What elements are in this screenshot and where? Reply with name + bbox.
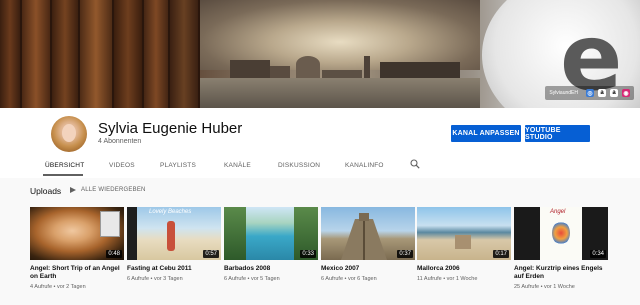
video-title[interactable]: Mallorca 2006 bbox=[417, 265, 511, 273]
play-all-button[interactable]: ALLE WIEDERGEBEN bbox=[70, 187, 146, 193]
tab-videos[interactable]: VIDEOS bbox=[109, 162, 135, 169]
play-all-label: ALLE WIEDERGEBEN bbox=[81, 187, 146, 193]
website-icon[interactable]: ◎ bbox=[586, 89, 594, 97]
video-duration: 0:37 bbox=[397, 250, 413, 258]
video-duration: 0:17 bbox=[493, 250, 509, 258]
video-thumbnail[interactable]: Angel 0:34 bbox=[514, 207, 608, 260]
subscriber-count: 4 Abonnenten bbox=[98, 138, 142, 145]
tab-about[interactable]: KANALINFO bbox=[345, 162, 384, 169]
video-thumbnail[interactable]: 0:33 bbox=[224, 207, 318, 260]
channel-banner: e SylviaundEH ◎ a a ◉ bbox=[0, 0, 640, 108]
play-icon bbox=[70, 187, 76, 193]
video-title[interactable]: Angel: Kurztrip eines Engels auf Erden bbox=[514, 265, 608, 281]
thumb-overlay-text: Lovely Beaches bbox=[149, 209, 192, 215]
video-title[interactable]: Mexico 2007 bbox=[321, 265, 415, 273]
video-card[interactable]: 0:33 Barbados 2008 6 Aufrufe • vor 5 Tag… bbox=[224, 207, 318, 282]
banner-books-image bbox=[0, 0, 200, 108]
video-card[interactable]: Lovely Beaches 0:57 Fasting at Cebu 2011… bbox=[127, 207, 221, 282]
video-title[interactable]: Barbados 2008 bbox=[224, 265, 318, 273]
uploads-heading[interactable]: Uploads bbox=[30, 186, 61, 196]
video-card[interactable]: 0:17 Mallorca 2006 11 Aufrufe • vor 1 Wo… bbox=[417, 207, 511, 282]
video-duration: 0:34 bbox=[590, 250, 606, 258]
video-meta: 6 Aufrufe • vor 3 Tagen bbox=[127, 276, 183, 282]
tab-playlists[interactable]: PLAYLISTS bbox=[160, 162, 196, 169]
video-meta: 6 Aufrufe • vor 6 Tagen bbox=[321, 276, 377, 282]
search-icon[interactable] bbox=[410, 159, 420, 169]
video-meta: 25 Aufrufe • vor 1 Woche bbox=[514, 284, 575, 290]
video-title[interactable]: Fasting at Cebu 2011 bbox=[127, 265, 221, 273]
video-card[interactable]: Angel 0:34 Angel: Kurztrip eines Engels … bbox=[514, 207, 608, 290]
thumb-overlay-text: Angel bbox=[550, 209, 566, 215]
banner-links[interactable]: SylviaundEH ◎ a a ◉ bbox=[545, 86, 634, 100]
tab-overview[interactable]: ÜBERSICHT bbox=[45, 162, 84, 169]
banner-links-text: SylviaundEH bbox=[549, 90, 578, 96]
banner-canal-image bbox=[200, 78, 480, 108]
video-thumbnail[interactable]: 0:37 bbox=[321, 207, 415, 260]
video-duration: 0:48 bbox=[106, 250, 122, 258]
instagram-icon[interactable]: ◉ bbox=[622, 89, 630, 97]
amazon-icon[interactable]: a bbox=[598, 89, 606, 97]
video-card[interactable]: 0:37 Mexico 2007 6 Aufrufe • vor 6 Tagen bbox=[321, 207, 415, 282]
video-duration: 0:33 bbox=[300, 250, 316, 258]
video-duration: 0:57 bbox=[203, 250, 219, 258]
video-meta: 4 Aufrufe • vor 2 Tagen bbox=[30, 284, 86, 290]
video-thumbnail[interactable]: 0:17 bbox=[417, 207, 511, 260]
video-title[interactable]: Angel: Short Trip of an Angel on Earth bbox=[30, 265, 124, 281]
video-meta: 6 Aufrufe • vor 5 Tagen bbox=[224, 276, 280, 282]
channel-name: Sylvia Eugenie Huber bbox=[98, 120, 243, 137]
uploads-title: Uploads bbox=[30, 186, 62, 196]
tab-channels[interactable]: KANÄLE bbox=[224, 162, 251, 169]
customize-channel-button[interactable]: KANAL ANPASSEN bbox=[451, 125, 521, 142]
video-thumbnail[interactable]: Lovely Beaches 0:57 bbox=[127, 207, 221, 260]
video-thumbnail[interactable]: 0:48 bbox=[30, 207, 124, 260]
amazon-icon[interactable]: a bbox=[610, 89, 618, 97]
tab-discussion[interactable]: DISKUSSION bbox=[278, 162, 320, 169]
avatar[interactable] bbox=[51, 116, 87, 152]
video-card[interactable]: 0:48 Angel: Short Trip of an Angel on Ea… bbox=[30, 207, 124, 290]
video-meta: 11 Aufrufe • vor 1 Woche bbox=[417, 276, 478, 282]
youtube-studio-button[interactable]: YOUTUBE STUDIO bbox=[525, 125, 590, 142]
active-tab-indicator bbox=[43, 174, 83, 176]
